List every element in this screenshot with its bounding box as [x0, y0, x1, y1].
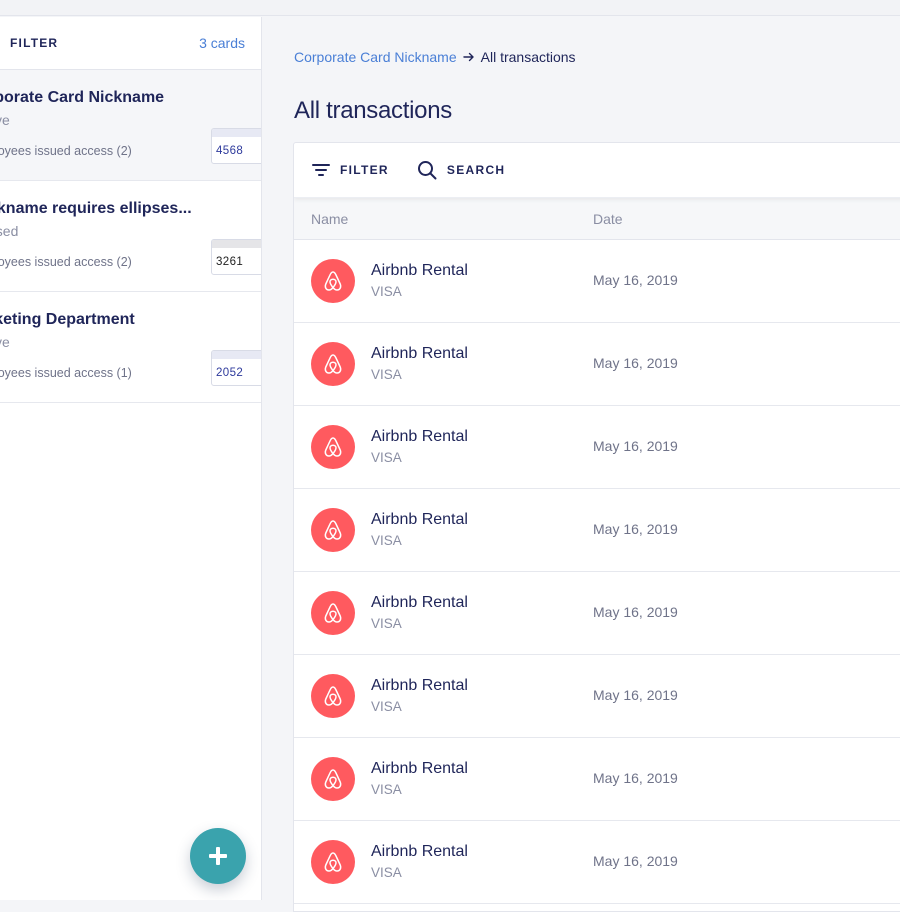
card-network: VISA [371, 533, 402, 548]
merchant-name: Airbnb Rental [371, 262, 468, 279]
transactions-panel: FILTER SEARCH Name Date Airbnb Rental VIS… [293, 142, 900, 912]
card-list-item[interactable]: rketing Department tive ployees issued a… [0, 292, 261, 403]
merchant-name: Airbnb Rental [371, 843, 468, 860]
airbnb-logo-icon [311, 259, 355, 303]
column-header-name[interactable]: Name [311, 211, 348, 227]
airbnb-logo-icon [311, 425, 355, 469]
transaction-row[interactable]: Airbnb Rental VISA May 16, 2019 [294, 572, 900, 655]
transaction-date: May 16, 2019 [593, 770, 678, 786]
card-nickname: rporate Card Nickname [0, 89, 165, 106]
transaction-date: May 16, 2019 [593, 355, 678, 371]
card-list-item[interactable]: ckname requires ellipses... used ployees… [0, 181, 261, 292]
transaction-row[interactable]: Airbnb Rental VISA May 16, 2019 [294, 821, 900, 904]
card-last-digits: 3261 [216, 256, 244, 268]
transaction-date: May 16, 2019 [593, 521, 678, 537]
add-card-button[interactable] [190, 828, 246, 884]
merchant-name: Airbnb Rental [371, 760, 468, 777]
sidebar-filter-button[interactable]: FILTER [10, 36, 58, 50]
card-list-item[interactable]: rporate Card Nickname tive ployees issue… [0, 70, 261, 181]
card-thumbnail: 3261 [211, 239, 261, 275]
card-status: used [0, 223, 19, 239]
merchant-name: Airbnb Rental [371, 677, 468, 694]
arrow-right-icon [462, 51, 475, 63]
card-network: VISA [371, 616, 402, 631]
airbnb-logo-icon [311, 674, 355, 718]
transaction-date: May 16, 2019 [593, 687, 678, 703]
card-count: 3 cards [199, 35, 245, 51]
filter-button[interactable]: FILTER [312, 163, 389, 177]
breadcrumb-parent-link[interactable]: Corporate Card Nickname [294, 49, 457, 65]
merchant-name: Airbnb Rental [371, 511, 468, 528]
card-network: VISA [371, 865, 402, 880]
card-access-count: ployees issued access (2) [0, 144, 132, 158]
plus-icon [209, 847, 227, 865]
search-label: SEARCH [446, 163, 506, 177]
card-network: VISA [371, 367, 402, 382]
card-thumbnail: 2052 [211, 350, 261, 386]
main-content: Corporate Card Nickname All transactions… [263, 17, 900, 912]
transaction-row[interactable]: Airbnb Rental VISA May 16, 2019 [294, 240, 900, 323]
airbnb-logo-icon [311, 591, 355, 635]
sidebar-header: FILTER 3 cards [0, 17, 261, 70]
transaction-list: Airbnb Rental VISA May 16, 2019 Airbnb Rent… [294, 240, 900, 904]
search-icon [417, 161, 437, 180]
transaction-date: May 16, 2019 [593, 438, 678, 454]
merchant-name: Airbnb Rental [371, 594, 468, 611]
card-nickname: ckname requires ellipses... [0, 200, 192, 217]
breadcrumb-current: All transactions [480, 49, 576, 65]
cards-sidebar: FILTER 3 cards rporate Card Nickname tiv… [0, 17, 262, 900]
transaction-row[interactable]: Airbnb Rental VISA May 16, 2019 [294, 323, 900, 406]
transaction-date: May 16, 2019 [593, 604, 678, 620]
airbnb-logo-icon [311, 342, 355, 386]
breadcrumb: Corporate Card Nickname All transactions [294, 49, 576, 65]
card-last-digits: 2052 [216, 367, 244, 379]
merchant-name: Airbnb Rental [371, 428, 468, 445]
merchant-name: Airbnb Rental [371, 345, 468, 362]
top-bar [0, 0, 900, 16]
search-button[interactable]: SEARCH [417, 160, 505, 180]
card-network: VISA [371, 699, 402, 714]
transactions-toolbar: FILTER SEARCH [294, 143, 900, 198]
card-network: VISA [371, 782, 402, 797]
transaction-row[interactable]: Airbnb Rental VISA May 16, 2019 [294, 738, 900, 821]
card-status: tive [0, 334, 10, 350]
transaction-row[interactable]: Airbnb Rental VISA May 16, 2019 [294, 655, 900, 738]
card-thumbnail: 4568 [211, 128, 261, 164]
transaction-date: May 16, 2019 [593, 853, 678, 869]
transaction-row[interactable]: Airbnb Rental VISA May 16, 2019 [294, 406, 900, 489]
transaction-row[interactable]: Airbnb Rental VISA May 16, 2019 [294, 489, 900, 572]
card-status: tive [0, 112, 10, 128]
airbnb-logo-icon [311, 840, 355, 884]
airbnb-logo-icon [311, 757, 355, 801]
card-access-count: ployees issued access (2) [0, 255, 132, 269]
card-access-count: ployees issued access (1) [0, 366, 132, 380]
filter-icon [312, 164, 330, 176]
card-last-digits: 4568 [216, 145, 244, 157]
column-header-date[interactable]: Date [593, 211, 623, 227]
filter-label: FILTER [340, 163, 389, 177]
airbnb-logo-icon [311, 508, 355, 552]
card-nickname: rketing Department [0, 311, 135, 328]
table-header: Name Date [294, 198, 900, 240]
card-network: VISA [371, 284, 402, 299]
page-title: All transactions [294, 97, 452, 124]
transaction-date: May 16, 2019 [593, 272, 678, 288]
card-network: VISA [371, 450, 402, 465]
